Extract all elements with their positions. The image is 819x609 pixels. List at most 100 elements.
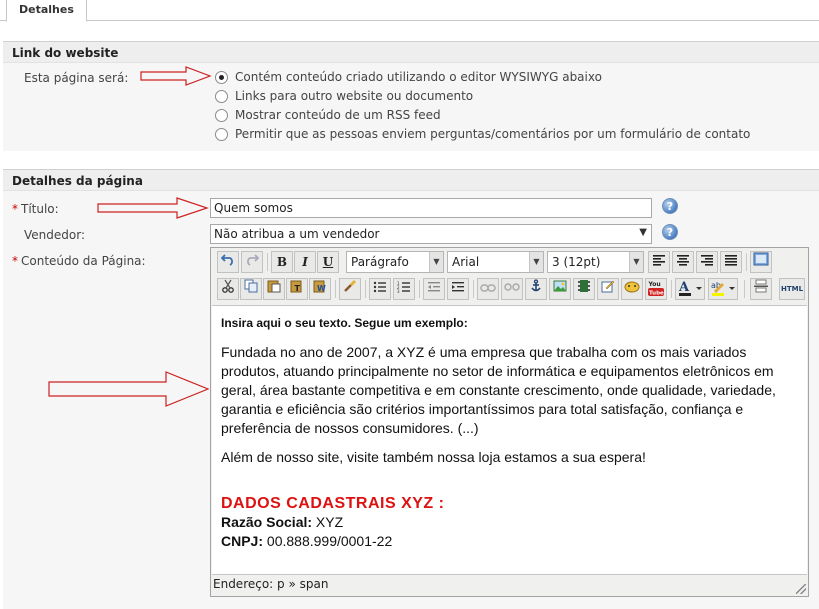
undo-icon[interactable] [217,251,239,273]
redo-icon[interactable] [241,251,263,273]
numbered-list-icon[interactable]: 123 [393,278,415,300]
paste-word-icon[interactable]: W [309,278,331,300]
editor-status-path: Endereço: p » span [213,577,329,591]
svg-text:T: T [295,284,301,293]
align-right-icon[interactable] [696,251,718,273]
toolbar-separator [419,280,420,298]
format-select-value: Parágrafo [351,255,409,269]
radio-contact-form[interactable]: Permitir que as pessoas enviem perguntas… [215,126,750,142]
font-select[interactable]: Arial ▼ [447,251,544,273]
arrow-annotation-icon [48,371,210,407]
toolbar-separator [746,253,747,271]
toolbar-separator [473,280,474,298]
toolbar-separator [671,280,672,298]
toolbar-row-1: B I U Parágrafo ▼ Arial ▼ 3 (12pt) ▼ [213,249,808,275]
cut-icon[interactable] [217,278,239,300]
font-select-value: Arial [452,255,480,269]
radio-rss[interactable]: Mostrar conteúdo de um RSS feed [215,107,441,123]
cnpj-label: CNPJ: [221,533,264,549]
help-icon[interactable]: ? [662,224,678,240]
title-input[interactable] [210,198,652,218]
source-view-icon[interactable] [750,251,772,273]
paste-text-icon[interactable]: T [286,278,308,300]
radio-wysiwyg[interactable]: Contém conteúdo criado utilizando o edit… [215,69,602,85]
bold-icon[interactable]: B [271,251,293,273]
arrow-annotation-icon [97,197,209,219]
seller-select[interactable]: Não atribua a um vendedor ▼ [210,224,652,244]
html-icon[interactable]: HTML [779,278,805,300]
arrow-annotation-icon [140,66,212,86]
indent-icon[interactable] [447,278,469,300]
content-heading: DADOS CADASTRAIS XYZ : [221,495,445,512]
cleanup-icon[interactable] [339,278,361,300]
underline-icon[interactable]: U [317,251,339,273]
toolbar-separator [335,280,336,298]
content-paragraph: Fundada no ano de 2007, a XYZ é uma empr… [221,344,776,436]
youtube-icon[interactable]: You Tube [645,278,667,300]
razao-label: Razão Social: [221,514,313,530]
radio-label: Links para outro website ou documento [235,89,474,103]
wysiwyg-editor: B I U Parágrafo ▼ Arial ▼ 3 (12pt) ▼ T W… [210,247,809,597]
resize-grip-icon[interactable] [796,584,806,594]
tab-bar: Detalhes [0,0,819,22]
edit-icon[interactable] [597,278,619,300]
toolbar-separator [267,253,268,271]
emoticon-icon[interactable] [621,278,643,300]
section-page-details-title: Detalhes da página [3,169,819,191]
chevron-down-icon: ▼ [529,252,543,272]
title-label: * Título: [12,202,59,216]
seller-select-value: Não atribua a um vendedor [214,227,380,241]
title-label-text: Título: [21,202,59,216]
svg-text:W: W [317,284,326,293]
content-label: * Conteúdo da Página: [12,254,146,268]
media-icon[interactable] [573,278,595,300]
link-icon[interactable] [477,278,499,300]
radio-button[interactable] [215,127,228,141]
editor-content[interactable]: Insira aqui o seu texto. Segue um exempl… [212,305,807,575]
size-select[interactable]: 3 (12pt) ▼ [547,251,644,273]
align-left-icon[interactable] [648,251,670,273]
radio-button[interactable] [215,70,228,84]
svg-text:A: A [678,280,690,295]
highlight-color-icon[interactable]: ab [708,278,738,300]
text-color-icon[interactable]: A [675,278,705,300]
help-icon[interactable]: ? [662,198,678,214]
horizontal-rule-icon[interactable] [750,278,772,300]
page-type-label: Esta página será: [24,71,129,85]
toolbar-separator [744,280,745,298]
radio-link[interactable]: Links para outro website ou documento [215,88,473,104]
toolbar-separator [365,280,366,298]
align-center-icon[interactable] [672,251,694,273]
copy-icon[interactable] [240,278,262,300]
content-label-text: Conteúdo da Página: [21,254,146,268]
image-icon[interactable] [549,278,571,300]
outdent-icon[interactable] [423,278,445,300]
radio-button[interactable] [215,108,228,122]
format-select[interactable]: Parágrafo ▼ [346,251,444,273]
radio-label: Mostrar conteúdo de um RSS feed [235,108,441,122]
section-link-website-title: Link do website [3,41,819,63]
toolbar-row-2: T W 123 You Tube A ab HTML [213,276,808,302]
content-razao-line: Razão Social: XYZ [221,513,798,532]
razao-value: XYZ [315,514,344,530]
chevron-down-icon: ▼ [639,227,647,238]
content-paragraph: Além de nosso site, visite também nossa … [221,449,646,465]
tab-detalhes[interactable]: Detalhes [6,0,87,22]
size-select-value: 3 (12pt) [552,255,601,269]
italic-icon[interactable]: I [294,251,316,273]
chevron-down-icon: ▼ [629,252,643,272]
paste-icon[interactable] [263,278,285,300]
required-mark: * [12,254,18,268]
content-cnpj-line: CNPJ: 00.888.999/0001-22 [221,532,798,551]
radio-label: Permitir que as pessoas enviem perguntas… [235,127,751,141]
unlink-icon[interactable] [501,278,523,300]
required-mark: * [12,202,18,216]
radio-button[interactable] [215,89,228,103]
cnpj-value: 00.888.999/0001-22 [266,533,393,549]
bullet-list-icon[interactable] [369,278,391,300]
svg-text:You: You [648,281,661,288]
content-intro: Insira aqui o seu texto. Segue um exempl… [221,316,468,330]
svg-text:3: 3 [397,289,400,293]
align-justify-icon[interactable] [720,251,742,273]
anchor-icon[interactable] [525,278,547,300]
